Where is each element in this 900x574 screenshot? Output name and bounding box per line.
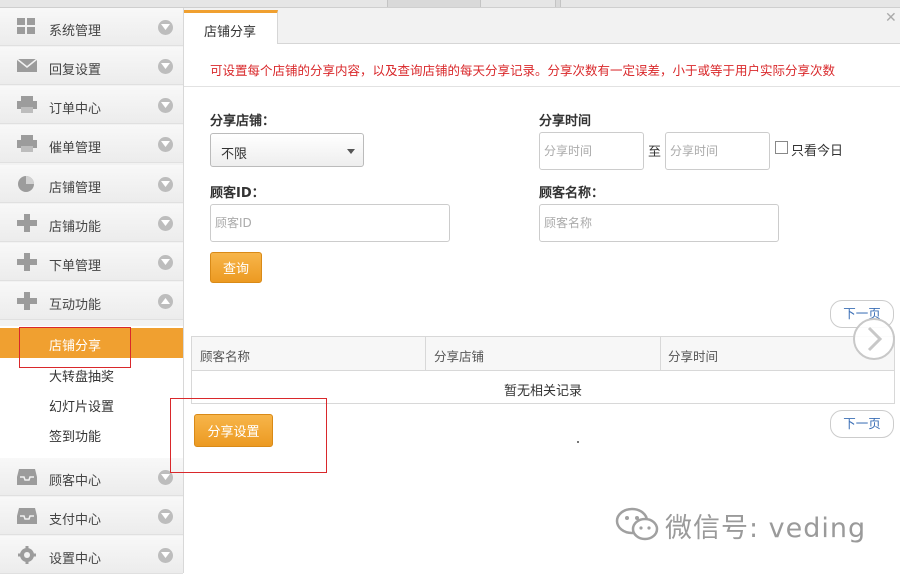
sidebar: 系统管理 回复设置 订单中心 催单管理 店铺管理 店铺功能 下单管理 互动功能 … [0,8,184,574]
sidebar-item-interactive[interactable]: 互动功能 [0,282,183,320]
printer-icon [17,96,37,114]
chevron-down-icon[interactable] [158,137,173,152]
chevron-up-icon[interactable] [158,294,173,309]
column-header: 顾客名称 [200,349,251,364]
chevron-down-icon[interactable] [158,20,173,35]
grid-icon [17,18,37,36]
plus-icon [17,292,37,310]
today-only-label: 只看今日 [791,144,844,159]
sidebar-item-settings[interactable]: 设置中心 [0,536,183,574]
submenu-item-slideshow[interactable]: 幻灯片设置 [0,389,183,419]
sidebar-item-customers[interactable]: 顾客中心 [0,458,183,496]
envelope-icon [16,57,38,75]
chevron-down-icon[interactable] [158,59,173,74]
plus-icon [17,214,37,232]
sidebar-item-label: 支付中心 [49,513,102,528]
top-tab-fragment [387,0,481,7]
plus-icon [17,253,37,271]
chevron-down-icon[interactable] [158,177,173,192]
empty-records-text: 暂无相关记录 [503,384,582,399]
time-end-input[interactable] [665,132,770,170]
next-page-button-bottom[interactable]: 下一页 [830,410,894,438]
stray-dot [577,441,579,443]
sidebar-item-label: 互动功能 [49,298,102,313]
customer-id-input[interactable] [210,204,450,242]
notice-text: 可设置每个店铺的分享内容，以及查询店铺的每天分享记录。分享次数有一定误差，小于或… [210,63,836,78]
sidebar-item-label: 系统管理 [49,24,102,39]
sidebar-item-label: 店铺管理 [49,181,102,196]
inbox-icon [17,507,37,525]
chevron-down-icon[interactable] [158,216,173,231]
shop-label: 分享店铺： [210,114,276,129]
chevron-down-icon[interactable] [158,255,173,270]
column-header: 分享时间 [668,349,719,364]
customer-name-input[interactable] [539,204,779,242]
next-arrow-icon[interactable] [853,318,895,360]
gear-icon [17,546,37,564]
shop-select-value: 不限 [221,147,248,162]
inbox-icon [17,468,37,486]
window-top-strip [0,0,900,8]
highlight-box-share-settings [170,398,327,473]
shop-select[interactable]: 不限 [210,133,364,167]
sidebar-item-reminders[interactable]: 催单管理 [0,125,183,163]
column-header: 分享店铺 [434,349,485,364]
chevron-down-icon[interactable] [158,509,173,524]
customer-id-label: 顾客ID： [210,186,265,201]
submenu-item-label: 大转盘抽奖 [49,370,115,385]
pie-chart-icon [17,175,37,193]
table-header: 顾客名称 分享店铺 分享时间 [192,337,894,371]
tab-bar: 店铺分享 [184,8,900,44]
wechat-watermark: 微信号: veding [613,506,865,546]
query-button[interactable]: 查询 [210,252,262,283]
sidebar-item-reply[interactable]: 回复设置 [0,47,183,85]
customer-name-label: 顾客名称： [539,186,605,201]
sidebar-item-label: 订单中心 [49,102,102,117]
tab-shop-share[interactable]: 店铺分享 [184,10,278,44]
submenu-item-label: 幻灯片设置 [49,400,115,415]
close-icon[interactable]: ✕ [885,10,897,26]
submenu-item-label: 签到功能 [49,430,102,445]
top-tab-fragment [555,0,561,7]
submenu-item-checkin[interactable]: 签到功能 [0,419,183,449]
sidebar-item-shop-management[interactable]: 店铺管理 [0,165,183,203]
sidebar-item-label: 设置中心 [49,552,102,567]
sidebar-item-label: 顾客中心 [49,474,102,489]
sidebar-item-label: 下单管理 [49,259,102,274]
wechat-icon [615,507,659,541]
sidebar-item-system[interactable]: 系统管理 [0,8,183,46]
share-records-table: 顾客名称 分享店铺 分享时间 暂无相关记录 [191,336,895,404]
column-divider [425,337,426,371]
chevron-down-icon[interactable] [158,548,173,563]
sidebar-item-shop-features[interactable]: 店铺功能 [0,204,183,242]
divider [184,86,900,87]
chevron-down-icon[interactable] [158,98,173,113]
to-text: 至 [648,145,662,160]
printer-icon [17,135,37,153]
today-only-checkbox[interactable] [775,141,788,154]
time-label: 分享时间 [539,114,592,129]
sidebar-item-label: 店铺功能 [49,220,102,235]
highlight-box-shop-share [19,327,131,368]
sidebar-item-label: 催单管理 [49,141,102,156]
sidebar-item-orders[interactable]: 订单中心 [0,86,183,124]
tab-label: 店铺分享 [204,25,257,40]
watermark-text: 微信号: veding [665,513,867,544]
sidebar-item-payment[interactable]: 支付中心 [0,497,183,535]
dropdown-caret-icon [347,149,355,154]
sidebar-item-ordering[interactable]: 下单管理 [0,243,183,281]
time-start-input[interactable] [539,132,644,170]
column-divider [660,337,661,371]
sidebar-item-label: 回复设置 [49,63,102,78]
